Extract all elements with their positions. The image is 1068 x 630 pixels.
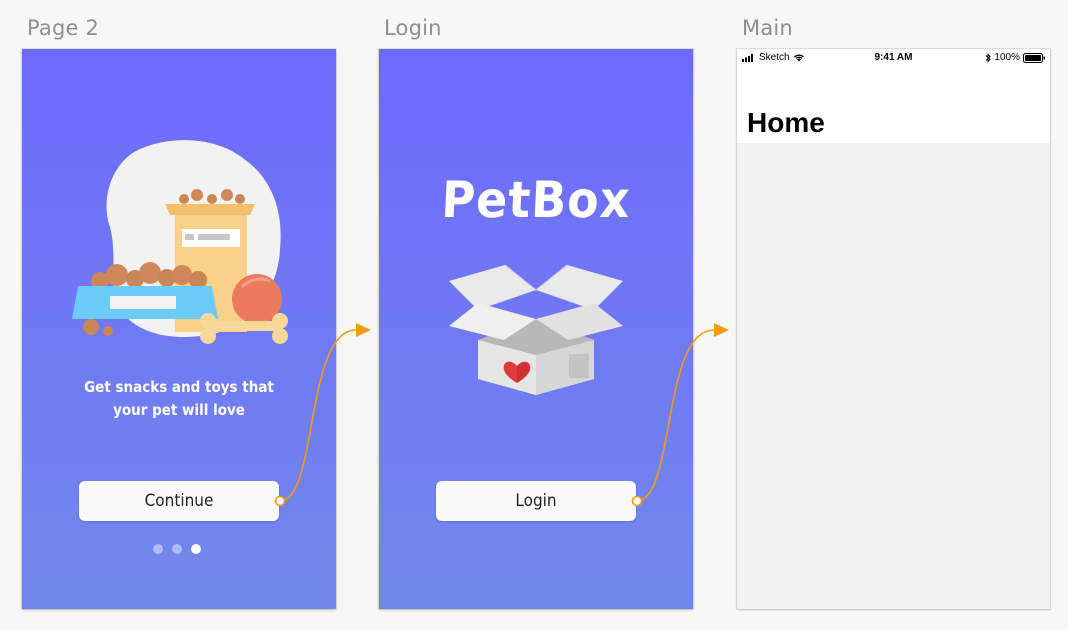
prototype-links <box>274 323 730 507</box>
link-continue-to-login[interactable] <box>274 323 372 507</box>
link-start-handle[interactable] <box>631 495 643 507</box>
arrow-head-icon <box>714 323 729 337</box>
link-login-to-main[interactable] <box>631 323 730 507</box>
link-start-handle[interactable] <box>274 495 286 507</box>
arrow-head-icon <box>356 323 371 337</box>
